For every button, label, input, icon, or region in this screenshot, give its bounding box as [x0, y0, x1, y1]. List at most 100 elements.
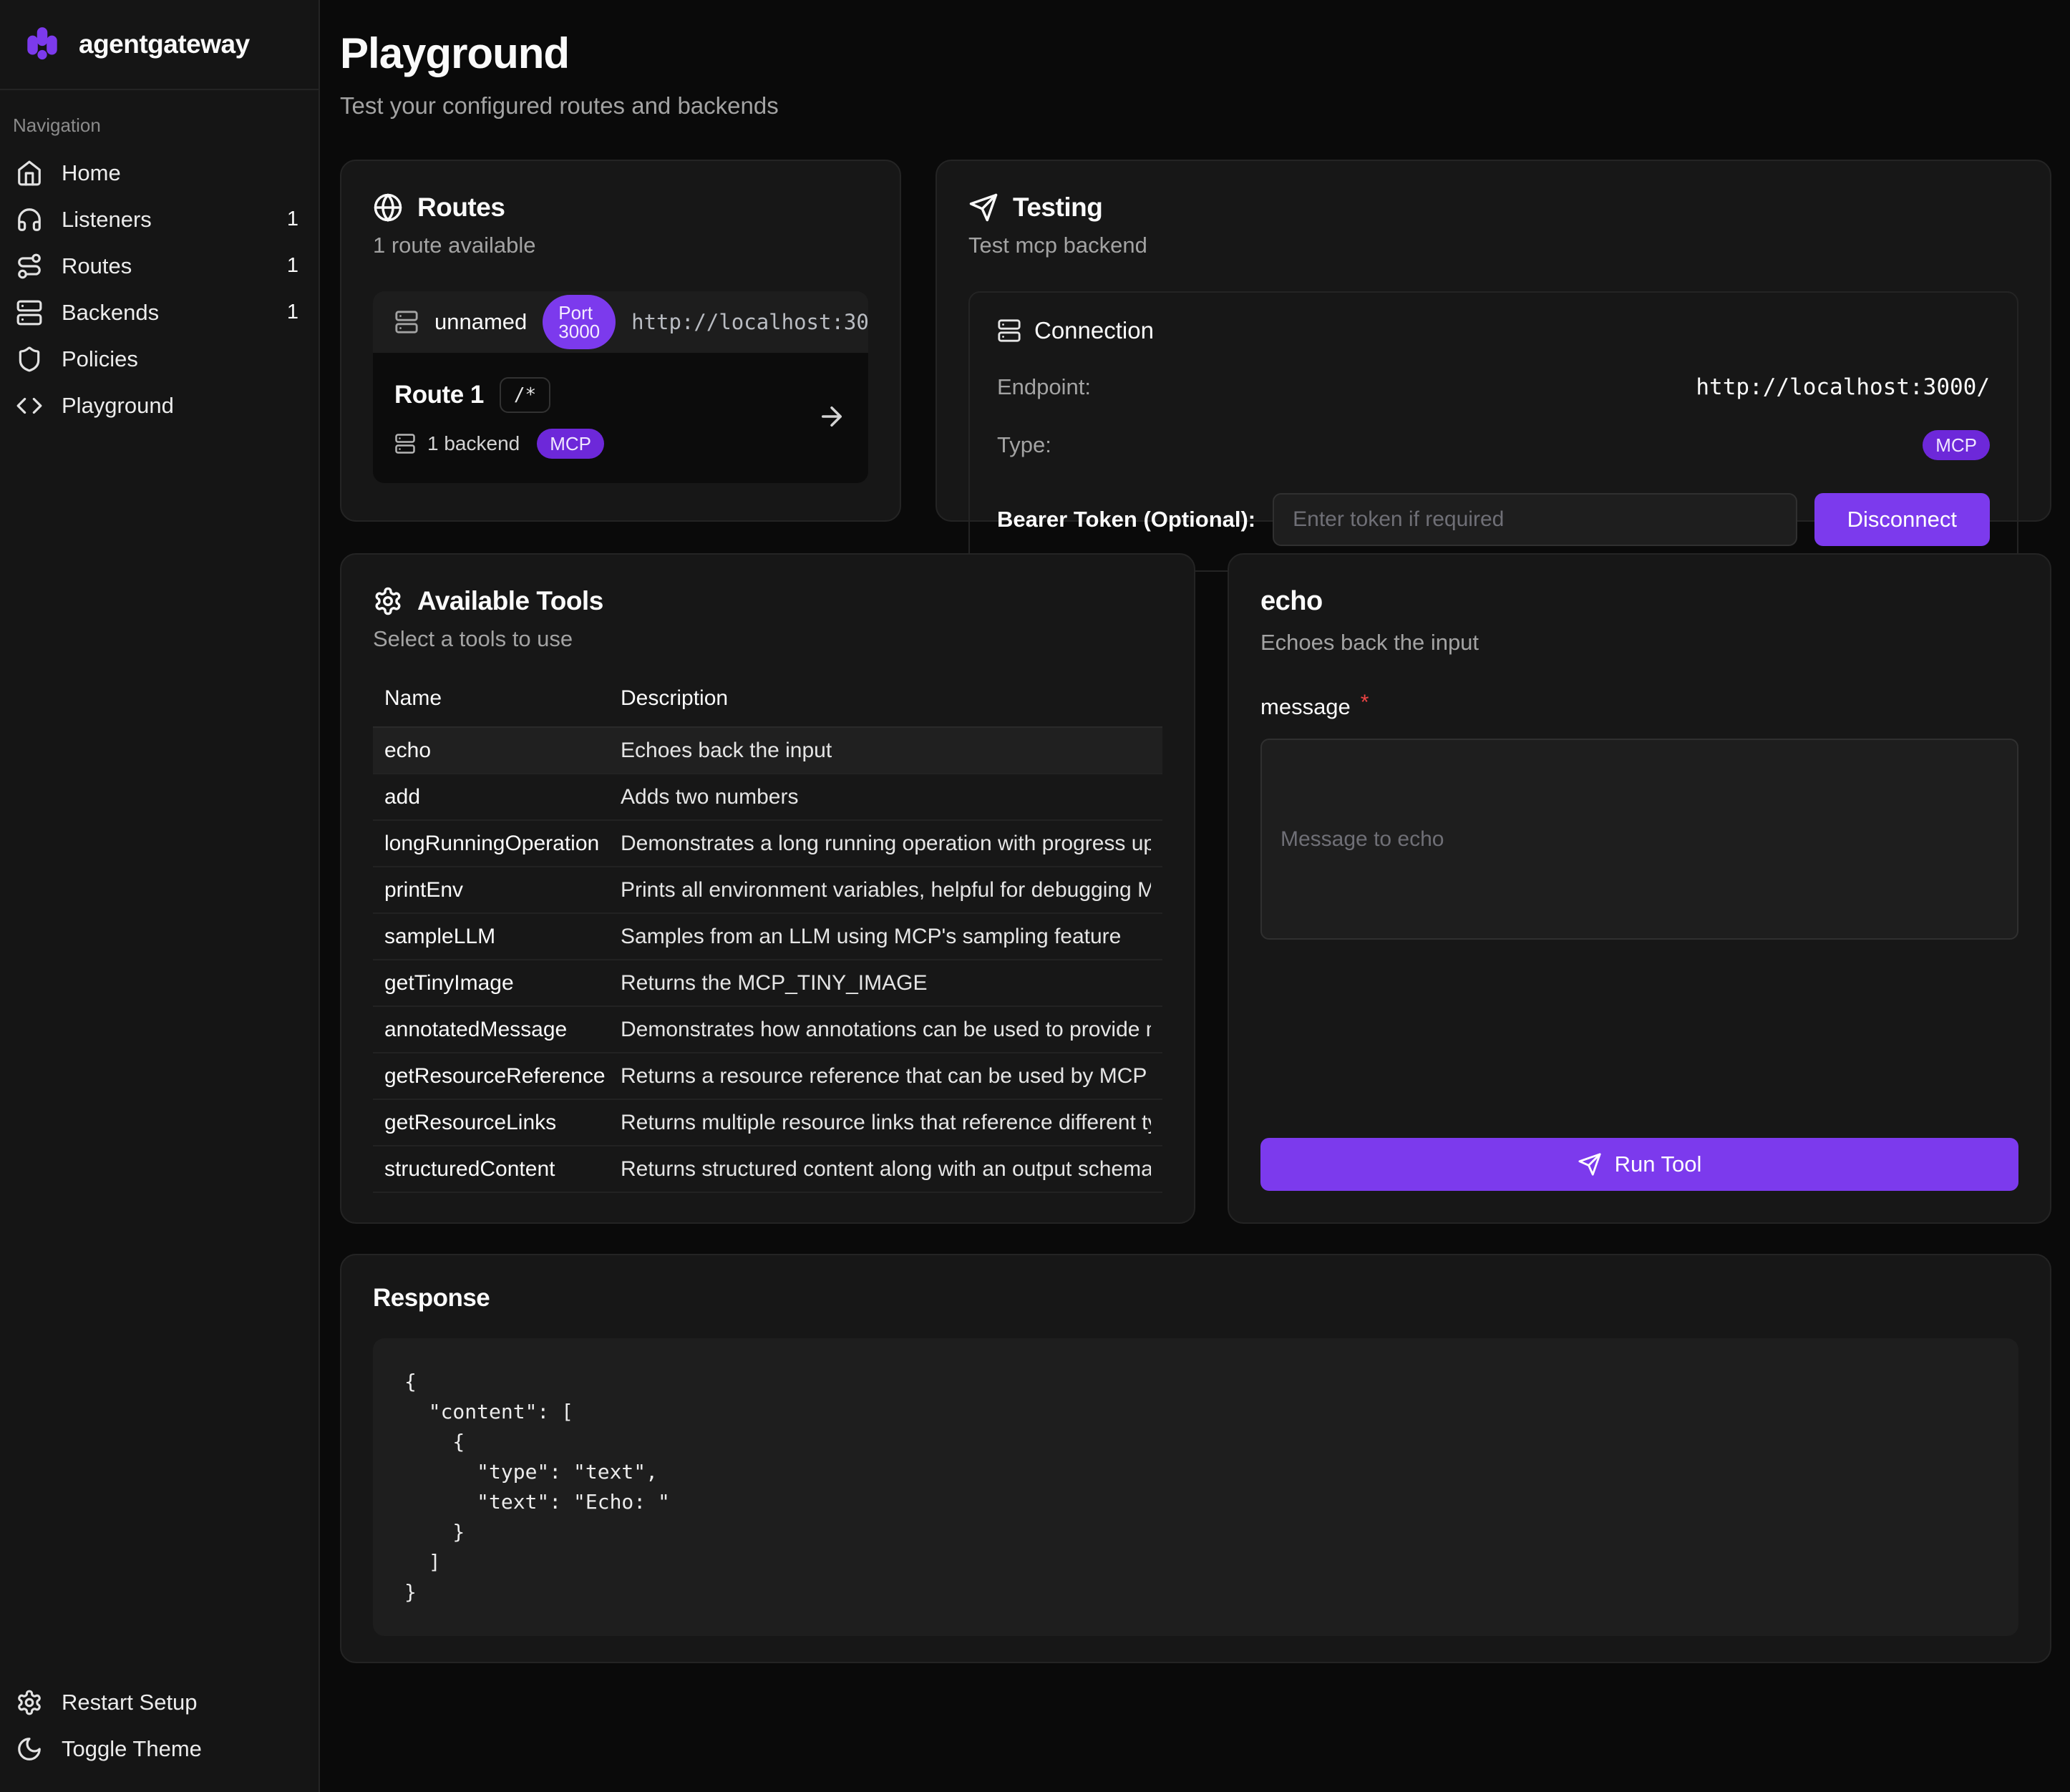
routes-card: Routes 1 route available unnamed Port 30…: [340, 160, 901, 522]
sidebar-item-label: Routes: [62, 253, 132, 279]
nav-section-label: Navigation: [0, 90, 319, 150]
backend-count: 1 backend: [427, 432, 520, 455]
tool-name: structuredContent: [384, 1157, 621, 1182]
routes-card-header: Routes: [373, 193, 868, 223]
route-list: unnamed Port 3000 http://localhost:3000/…: [373, 291, 868, 483]
endpoint-value: http://localhost:3000/: [1696, 374, 1990, 400]
run-tool-label: Run Tool: [1615, 1151, 1702, 1177]
tool-name: echo: [384, 739, 621, 763]
tool-row-structuredContent[interactable]: structuredContent Returns structured con…: [373, 1146, 1162, 1193]
bearer-token-label: Bearer Token (Optional):: [997, 507, 1255, 532]
shield-icon: [16, 346, 43, 373]
tool-row-add[interactable]: add Adds two numbers: [373, 774, 1162, 821]
tool-name: getTinyImage: [384, 971, 621, 995]
globe-icon: [373, 193, 403, 223]
sidebar-item-label: Home: [62, 160, 121, 186]
tool-name: sampleLLM: [384, 925, 621, 949]
tools-card-subtitle: Select a tools to use: [373, 626, 1162, 652]
tool-name: annotatedMessage: [384, 1018, 621, 1042]
sidebar-nav: Home Listeners 1 Routes 1 Backends 1 Pol…: [0, 150, 319, 429]
route-title-line: Route 1 /*: [394, 377, 604, 413]
message-field-label: message: [1260, 694, 1351, 720]
home-icon: [16, 160, 43, 187]
testing-card: Testing Test mcp backend Connection Endp…: [936, 160, 2051, 522]
testing-card-subtitle: Test mcp backend: [968, 233, 2018, 258]
server-icon: [997, 318, 1021, 343]
tools-card-title: Available Tools: [417, 586, 603, 616]
type-mcp-badge: MCP: [1923, 430, 1990, 460]
port-badge: Port 3000: [543, 295, 616, 349]
route-row[interactable]: Route 1 /* 1 backend MCP: [373, 353, 868, 483]
tool-row-echo[interactable]: echo Echoes back the input: [373, 728, 1162, 774]
tool-description: Adds two numbers: [621, 785, 1151, 809]
tool-row-longRunningOperation[interactable]: longRunningOperation Demonstrates a long…: [373, 821, 1162, 867]
logo-row: agentgateway: [0, 0, 319, 90]
sidebar-item-count: 1: [287, 208, 303, 231]
tool-row-printEnv[interactable]: printEnv Prints all environment variable…: [373, 867, 1162, 914]
tool-description: Prints all environment variables, helpfu…: [621, 878, 1151, 902]
sidebar: agentgateway Navigation Home Listeners 1…: [0, 0, 320, 1792]
tool-description: Samples from an LLM using MCP's sampling…: [621, 925, 1151, 949]
tool-description: Returns multiple resource links that ref…: [621, 1111, 1151, 1135]
sidebar-item-listeners[interactable]: Listeners 1: [7, 196, 311, 243]
tool-name: getResourceReference: [384, 1064, 621, 1089]
tool-row-getResourceLinks[interactable]: getResourceLinks Returns multiple resour…: [373, 1100, 1162, 1146]
sidebar-item-label: Backends: [62, 300, 159, 326]
sidebar-item-label: Policies: [62, 346, 138, 372]
message-field-label-row: message *: [1260, 694, 2018, 720]
sidebar-item-home[interactable]: Home: [7, 150, 311, 196]
type-label: Type:: [997, 432, 1051, 458]
tool-name: getResourceLinks: [384, 1111, 621, 1135]
run-tool-button[interactable]: Run Tool: [1260, 1138, 2018, 1191]
tool-row-sampleLLM[interactable]: sampleLLM Samples from an LLM using MCP'…: [373, 914, 1162, 960]
code-icon: [16, 392, 43, 419]
tool-runner-title: echo: [1260, 586, 2018, 617]
sidebar-item-routes[interactable]: Routes 1: [7, 243, 311, 289]
listener-url: http://localhost:3000/: [631, 310, 868, 334]
message-input[interactable]: [1260, 739, 2018, 940]
restart-setup-label: Restart Setup: [62, 1690, 198, 1715]
column-header-description: Description: [621, 686, 1151, 711]
routes-card-title: Routes: [417, 193, 505, 223]
response-card: Response { "content": [ { "type": "text"…: [340, 1254, 2051, 1663]
bearer-token-input[interactable]: [1273, 493, 1797, 546]
page-subtitle: Test your configured routes and backends: [340, 92, 2051, 120]
gear-icon: [373, 586, 403, 616]
sidebar-item-count: 1: [287, 254, 303, 278]
tools-table-header: Name Description: [373, 686, 1162, 728]
disconnect-button[interactable]: Disconnect: [1814, 493, 1990, 546]
restart-setup-button[interactable]: Restart Setup: [7, 1679, 311, 1725]
connection-header: Connection: [997, 317, 1990, 344]
tool-description: Echoes back the input: [621, 739, 1151, 763]
app-title: agentgateway: [79, 29, 250, 59]
tool-name: add: [384, 785, 621, 809]
toggle-theme-button[interactable]: Toggle Theme: [7, 1725, 311, 1772]
endpoint-row: Endpoint: http://localhost:3000/: [997, 374, 1990, 400]
route-meta-line: 1 backend MCP: [394, 429, 604, 459]
route-path-badge: /*: [500, 377, 550, 413]
runner-spacer: [1260, 940, 2018, 1138]
available-tools-card: Available Tools Select a tools to use Na…: [340, 553, 1195, 1224]
sidebar-item-label: Playground: [62, 393, 174, 419]
sidebar-item-backends[interactable]: Backends 1: [7, 289, 311, 336]
route-name: Route 1: [394, 381, 484, 409]
send-icon: [968, 193, 998, 223]
tool-row-annotatedMessage[interactable]: annotatedMessage Demonstrates how annota…: [373, 1007, 1162, 1053]
tool-description: Returns a resource reference that can be…: [621, 1064, 1151, 1089]
sidebar-item-playground[interactable]: Playground: [7, 382, 311, 429]
listener-name: unnamed: [434, 309, 527, 335]
connection-title: Connection: [1034, 317, 1154, 344]
tool-row-getResourceReference[interactable]: getResourceReference Returns a resource …: [373, 1053, 1162, 1100]
route-icon: [16, 253, 43, 280]
route-open-arrow[interactable]: [817, 401, 847, 435]
routes-card-subtitle: 1 route available: [373, 233, 868, 258]
sidebar-item-count: 1: [287, 301, 303, 324]
tool-name: printEnv: [384, 878, 621, 902]
tool-description: Returns the MCP_TINY_IMAGE: [621, 971, 1151, 995]
sidebar-item-policies[interactable]: Policies: [7, 336, 311, 382]
send-icon: [1578, 1152, 1602, 1177]
tool-description: Returns structured content along with an…: [621, 1157, 1151, 1182]
tool-row-getTinyImage[interactable]: getTinyImage Returns the MCP_TINY_IMAGE: [373, 960, 1162, 1007]
column-header-name: Name: [384, 686, 621, 711]
main-content: Playground Test your configured routes a…: [320, 0, 2070, 1792]
